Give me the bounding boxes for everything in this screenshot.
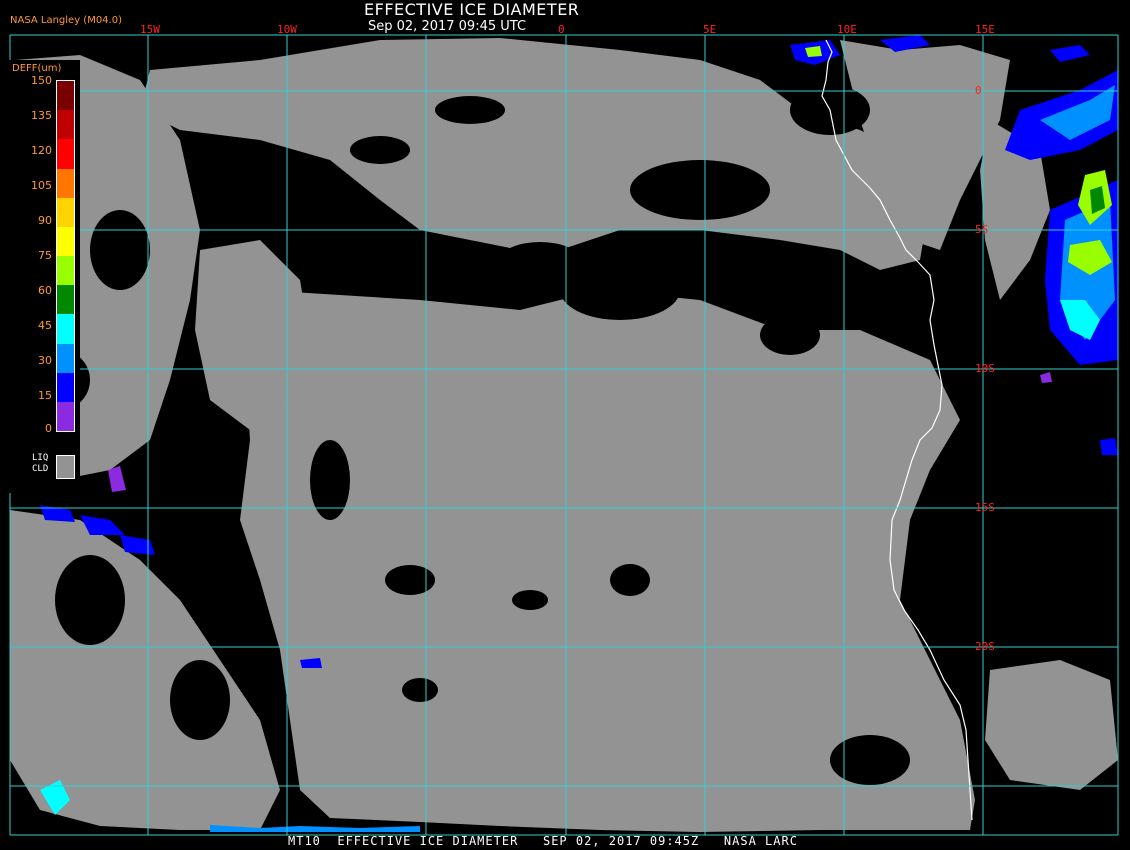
lat-label-15s: 15S [975,501,995,514]
colorbar-segment [57,372,74,403]
colorbar-segment [57,343,74,374]
colorbar-segment [57,81,74,111]
legend-tick: 30 [38,354,52,367]
colorbar-segment [57,314,74,344]
legend-tick: 90 [38,214,52,227]
lon-label-5e: 5E [703,23,717,36]
legend-tick: 60 [38,284,52,297]
legend-tick: 105 [31,179,52,192]
liquid-cloud-southeast [985,660,1118,790]
color-legend: DEFF(um) 150 135 120 105 90 75 60 45 30 … [8,60,80,493]
map-timestamp: Sep 02, 2017 09:45 UTC [368,19,527,34]
producer-label: NASA Langley (M04.0) [10,15,122,26]
colorbar-segment [57,110,74,140]
colorbar-segment [57,168,74,199]
legend-tick: 135 [31,109,52,122]
cloud-imagery-map [0,0,1130,850]
legend-tick: 0 [45,422,52,435]
lat-label-0: 0 [975,84,982,97]
footer-caption: MT10 EFFECTIVE ICE DIAMETER SEP 02, 2017… [288,834,798,848]
colorbar [56,80,75,432]
legend-tick: 75 [38,249,52,262]
legend-tick: 120 [31,144,52,157]
lat-label-20s: 20S [975,640,995,653]
lon-label-15e: 15E [975,23,995,36]
colorbar-segment [57,139,74,169]
lon-label-0: 0 [558,23,565,36]
legend-tick: 15 [38,389,52,402]
satellite-map-view: EFFECTIVE ICE DIAMETER Sep 02, 2017 09:4… [0,0,1130,850]
lon-label-10w: 10W [277,23,297,36]
liquid-cloud-label: LIQ CLD [32,453,49,474]
lon-label-15w: 15W [140,23,160,36]
liquid-cloud-swatch [56,455,75,479]
colorbar-segment [57,197,74,228]
lat-label-5s: 5S [975,223,989,236]
map-title: EFFECTIVE ICE DIAMETER [364,0,580,19]
colorbar-segment [57,226,74,257]
lon-label-10e: 10E [837,23,857,36]
colorbar-segment [57,285,74,315]
legend-title: DEFF(um) [12,63,62,74]
colorbar-segment [57,401,74,432]
lat-label-10s: 10S [975,362,995,375]
legend-tick: 150 [31,74,52,87]
legend-tick: 45 [38,319,52,332]
colorbar-segment [57,256,74,286]
